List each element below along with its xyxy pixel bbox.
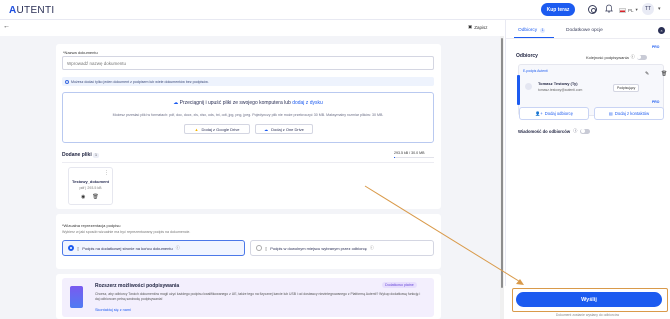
add-from-contacts-button[interactable]: ▤ Dodaj z kontaktów <box>594 107 664 120</box>
eye-icon[interactable]: ◉ <box>81 194 85 200</box>
document-name-input[interactable] <box>62 56 434 70</box>
add-recipient-button[interactable]: 👤+ Dodaj odbiorcę <box>519 107 589 120</box>
back-arrow-icon[interactable]: ← <box>3 23 10 30</box>
paid-badge: Dodatkowo płatne <box>382 282 417 288</box>
one-drive-button[interactable]: ☁ Dodaj z One Drive <box>255 124 313 134</box>
tab-additional-options[interactable]: Dodatkowe opcje <box>566 28 603 33</box>
storage-quota-bar <box>394 157 434 158</box>
added-files-title: Dodane pliki <box>62 152 92 158</box>
info-banner: Możesz dodać tylko jeden dokument z podp… <box>62 77 434 86</box>
upsell-banner: Rozszerz możliwości podpisywania Dodatko… <box>62 278 434 317</box>
recipient-accent-bar <box>517 75 520 105</box>
drag-handle-icon[interactable]: ⋮ <box>104 170 109 176</box>
signature-option-any-place[interactable]: ▯ Podpis w dowolnym miejscu wybranym prz… <box>250 240 434 256</box>
bell-icon[interactable] <box>605 4 613 13</box>
signature-option-end-page[interactable]: ▯ Podpis na dodatkowej stronie na końcu … <box>62 240 245 256</box>
pro-badge: PRO <box>652 100 660 104</box>
logo[interactable]: AUTENTI <box>9 5 54 16</box>
language-code: PL <box>628 7 634 13</box>
google-drive-label: Dodaj z Google Drive <box>201 126 240 132</box>
info-icon: ⓘ <box>175 245 180 250</box>
chevron-down-icon: ▾ <box>635 7 638 12</box>
sub-toolbar: ← ▣ Zapisz <box>0 20 502 36</box>
dropzone-text: Przeciągnij i upuść pliki ze swojego kom… <box>179 100 291 106</box>
message-to-recipients: Wiadomość do odbiorców ⓘ <box>518 128 591 134</box>
files-count-badge: 1 <box>93 153 99 158</box>
dropzone-description: Możesz przesłać pliki w formatach: pdf, … <box>112 113 384 117</box>
add-from-disk-link[interactable]: dodaj z dysku <box>292 100 323 106</box>
signing-order-label: Kolejność podpisywania <box>586 54 629 60</box>
one-drive-label: Dodaj z One Drive <box>271 126 304 132</box>
option-label: Podpis w dowolnym miejscu wybranym przez… <box>270 245 367 251</box>
info-icon: ⓘ <box>630 54 635 59</box>
dropzone-title: ☁ Przeciągnij i upuść pliki ze swojego k… <box>63 100 433 106</box>
pro-badge: PRO <box>652 45 660 49</box>
info-icon <box>65 79 69 84</box>
scrollbar-thumb[interactable] <box>501 38 503 288</box>
storage-quota: 293.5 kB / 30.0 MB <box>394 151 425 155</box>
message-toggle[interactable] <box>580 128 591 134</box>
file-icon: ▯ <box>77 245 80 251</box>
signing-order: Kolejność podpisywania ⓘ <box>586 54 647 60</box>
contact-us-link[interactable]: Skontaktuj się z nami <box>95 308 131 312</box>
info-text: Możesz dodać tylko jeden dokument z podp… <box>71 79 209 84</box>
footer-note: Dokument zostanie wysłany do odbiorców <box>555 313 620 317</box>
pen-icon[interactable]: ✎ <box>645 71 649 77</box>
highlight-frame <box>512 288 668 312</box>
radio-unselected[interactable] <box>256 245 262 251</box>
chevron-down-icon[interactable]: ▾ <box>658 6 661 12</box>
phone-illustration-icon <box>70 286 83 308</box>
top-bar: AUTENTI Kup teraz PL ▾ TT ▾ <box>0 0 670 20</box>
signature-help: Wybierz w jaki sposób wizualnie ma być r… <box>62 230 191 234</box>
trash-icon[interactable]: 🗑 <box>661 71 667 77</box>
google-drive-button[interactable]: ▲ Dodaj z Google Drive <box>184 124 250 134</box>
poland-flag-icon <box>619 7 626 13</box>
file-name: Testowy_dokument <box>71 179 110 184</box>
recipients-title: Odbiorcy <box>516 53 538 59</box>
file-meta: pdf | 293.5 kB <box>79 186 102 190</box>
recipient-role-select[interactable]: Podpisujący <box>613 84 640 92</box>
info-icon: ⓘ <box>573 128 578 133</box>
google-drive-icon: ▲ <box>194 126 199 132</box>
file-dropzone[interactable]: ☁ Przeciągnij i upuść pliki ze swojego k… <box>62 92 434 143</box>
save-button[interactable]: ▣ Zapisz <box>468 24 488 30</box>
trash-icon[interactable]: 🗑 <box>92 194 98 200</box>
recipient-name: Tomasz Testowy (Ty) <box>538 81 578 86</box>
signature-type-tag: E-podpis Autenti <box>523 69 548 73</box>
divider <box>62 162 434 163</box>
tab-count-badge: 1 <box>540 28 546 33</box>
close-icon[interactable]: × <box>658 27 665 34</box>
add-recipient-label: Dodaj odbiorcę <box>544 111 573 116</box>
file-icon: ▯ <box>265 245 268 251</box>
divider <box>506 38 670 39</box>
help-icon[interactable] <box>588 5 597 14</box>
option-label: Podpis na dodatkowej stronie na końcu do… <box>82 245 173 251</box>
contacts-book-icon: ▤ <box>608 111 613 116</box>
recipient-email: tomasz.testowy@autenti.com <box>538 88 583 92</box>
radio-selected[interactable] <box>68 245 74 251</box>
save-label: Zapisz <box>474 24 488 30</box>
add-user-icon: 👤+ <box>535 110 543 116</box>
add-from-contacts-label: Dodaj z kontaktów <box>614 111 650 116</box>
file-card[interactable]: ⋮ Testowy_dokument pdf | 293.5 kB ◉ 🗑 <box>68 167 113 205</box>
message-label: Wiadomość do odbiorców <box>518 128 571 134</box>
language-selector[interactable]: PL ▾ <box>619 7 638 13</box>
tab-recipients[interactable]: Odbiorcy 1 <box>518 28 546 33</box>
info-icon: ⓘ <box>369 245 374 250</box>
document-name-label: *Nazwa dokumentu <box>63 50 98 55</box>
signing-order-toggle[interactable] <box>636 54 647 60</box>
avatar[interactable]: TT <box>642 3 654 15</box>
logo-text: UTENTI <box>16 5 55 16</box>
recipients-panel: Odbiorcy 1 Dodatkowe opcje × Odbiorcy PRO… <box>505 20 670 319</box>
tab-label: Odbiorcy <box>518 28 538 33</box>
file-actions: ◉ 🗑 <box>81 194 99 200</box>
one-drive-icon: ☁ <box>264 126 269 132</box>
upsell-text: Chcesz, aby odbiorcy Twoich dokumentów m… <box>95 292 421 301</box>
floppy-disk-icon: ▣ <box>468 24 473 29</box>
buy-now-button[interactable]: Kup teraz <box>541 3 575 16</box>
signature-label: *Wizualna reprezentacja podpisu <box>62 223 121 228</box>
user-icon <box>525 83 532 90</box>
upsell-title: Rozszerz możliwości podpisywania <box>95 283 180 289</box>
